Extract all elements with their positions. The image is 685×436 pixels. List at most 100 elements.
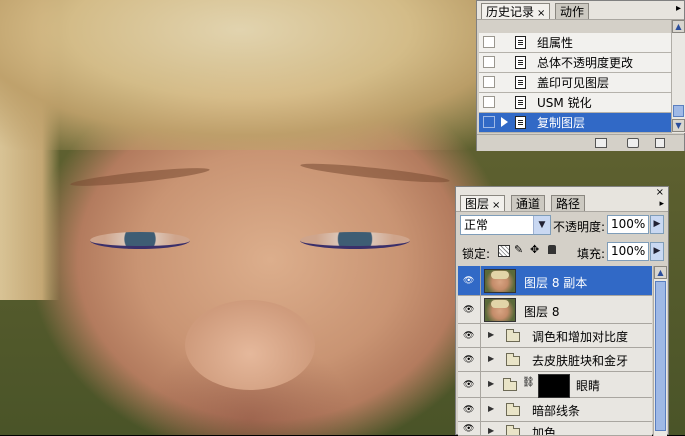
eyebrow-right: [299, 160, 451, 186]
trash-icon[interactable]: [655, 138, 665, 148]
expand-triangle-icon[interactable]: ▶: [488, 379, 494, 388]
link-icon[interactable]: ⛓: [522, 377, 535, 388]
layer-label: 眼睛: [576, 379, 601, 393]
history-item[interactable]: 总体不透明度更改: [479, 53, 675, 73]
layer-visibility-toggle[interactable]: 👁: [458, 422, 481, 435]
scroll-thumb[interactable]: [673, 105, 684, 117]
history-state-icon: [515, 96, 526, 109]
eye-icon: 👁: [463, 404, 475, 415]
history-state-icon: [515, 116, 526, 129]
tab-channels-label: 通道: [516, 197, 541, 211]
opacity-label: 不透明度:: [553, 220, 606, 234]
eye-left: [90, 232, 190, 249]
layer-group-row[interactable]: 👁 ▶ 加色: [458, 422, 652, 436]
tab-actions-label: 动作: [560, 5, 585, 19]
panel-menu-icon[interactable]: ▸: [676, 3, 681, 14]
history-scrollbar[interactable]: ▲ ▼: [671, 20, 685, 133]
layer-visibility-toggle[interactable]: 👁: [458, 296, 481, 323]
tab-paths[interactable]: 路径: [551, 195, 586, 211]
lock-transparency-icon[interactable]: [498, 245, 510, 257]
scroll-thumb[interactable]: [655, 281, 666, 431]
tab-actions[interactable]: 动作: [555, 3, 590, 19]
new-document-icon[interactable]: [595, 138, 607, 148]
history-snapshot-checkbox[interactable]: [483, 36, 495, 48]
close-icon[interactable]: ×: [492, 200, 500, 211]
chevron-down-icon[interactable]: ▼: [533, 216, 550, 234]
panel-menu-icon[interactable]: ▸: [659, 199, 664, 209]
tab-paths-label: 路径: [556, 197, 581, 211]
layer-row[interactable]: 👁 图层 8 副本: [458, 266, 652, 296]
opacity-input[interactable]: 100%: [607, 215, 649, 234]
folder-icon: [506, 403, 520, 416]
layer-label: 去皮肤脏块和金牙: [532, 354, 629, 368]
scroll-up-icon[interactable]: ▲: [654, 266, 667, 279]
lock-pixels-icon[interactable]: ✎: [514, 243, 523, 256]
folder-icon: [506, 353, 520, 366]
layers-scrollbar[interactable]: ▲: [653, 266, 667, 436]
close-icon[interactable]: ×: [537, 8, 545, 19]
history-state-icon: [515, 36, 526, 49]
layer-group-row[interactable]: 👁 ▶ 调色和增加对比度: [458, 324, 652, 348]
tab-history[interactable]: 历史记录 ×: [481, 3, 551, 19]
expand-triangle-icon[interactable]: ▶: [488, 330, 494, 339]
folder-icon: [506, 329, 520, 342]
layers-panel-tabbar: 图层 × 通道 路径 × ▸: [456, 187, 668, 212]
history-snapshot-checkbox[interactable]: [483, 76, 495, 88]
eye-right: [300, 232, 410, 249]
layer-visibility-toggle[interactable]: 👁: [458, 266, 481, 295]
history-item-label: 复制图层: [537, 116, 586, 130]
lock-position-icon[interactable]: ✥: [530, 243, 539, 256]
layer-visibility-toggle[interactable]: 👁: [458, 348, 481, 371]
tab-history-label: 历史记录: [486, 5, 535, 19]
layer-visibility-toggle[interactable]: 👁: [458, 398, 481, 421]
fill-label: 填充:: [577, 247, 606, 261]
tab-layers[interactable]: 图层 ×: [460, 195, 506, 211]
scroll-up-icon[interactable]: ▲: [672, 20, 685, 33]
folder-icon: [503, 378, 517, 391]
layer-label: 图层 8 副本: [524, 276, 588, 290]
history-item-selected[interactable]: 复制图层: [479, 113, 675, 133]
nose: [185, 300, 315, 390]
fill-input[interactable]: 100%: [607, 242, 649, 261]
eyebrow-left: [69, 164, 211, 190]
expand-triangle-icon[interactable]: ▶: [488, 426, 494, 435]
eye-icon: 👁: [463, 304, 475, 315]
history-snapshot-checkbox[interactable]: [483, 116, 495, 128]
lock-all-icon[interactable]: [548, 245, 556, 254]
history-item-label: 总体不透明度更改: [537, 56, 634, 70]
fill-arrow-icon[interactable]: ▶: [650, 242, 664, 261]
history-snapshot-checkbox[interactable]: [483, 56, 495, 68]
layer-label: 暗部线条: [532, 404, 581, 418]
opacity-arrow-icon[interactable]: ▶: [650, 215, 664, 234]
history-state-icon: [515, 56, 526, 69]
history-item-label: 组属性: [537, 36, 574, 50]
layer-group-row[interactable]: 👁 ▶ 暗部线条: [458, 398, 652, 422]
history-brush-arrow-icon: [501, 117, 508, 127]
blend-mode-value: 正常: [464, 218, 489, 232]
lock-label: 锁定:: [462, 247, 491, 261]
expand-triangle-icon[interactable]: ▶: [488, 354, 494, 363]
history-item[interactable]: USM 锐化: [479, 93, 675, 113]
history-item-label: 盖印可见图层: [537, 76, 610, 90]
fill-value: 100%: [611, 244, 646, 258]
scroll-down-icon[interactable]: ▼: [672, 119, 685, 132]
history-snapshot-checkbox[interactable]: [483, 96, 495, 108]
layer-visibility-toggle[interactable]: 👁: [458, 372, 481, 397]
layer-group-row[interactable]: 👁 ▶ 去皮肤脏块和金牙: [458, 348, 652, 372]
layer-visibility-toggle[interactable]: 👁: [458, 324, 481, 347]
layer-thumbnail: [484, 298, 516, 322]
history-item-label: USM 锐化: [537, 96, 592, 110]
history-item[interactable]: 盖印可见图层: [479, 73, 675, 93]
eye-icon: 👁: [463, 275, 475, 286]
tab-channels[interactable]: 通道: [511, 195, 546, 211]
history-panel: 历史记录 × 动作 ▸ 组属性 总体不透明度更改 盖印可见图层 USM 锐化 复制…: [476, 0, 685, 151]
history-item[interactable]: 组属性: [479, 33, 675, 53]
expand-triangle-icon[interactable]: ▶: [488, 404, 494, 413]
layer-row[interactable]: 👁 图层 8: [458, 296, 652, 324]
eye-icon: 👁: [463, 424, 475, 434]
layer-group-row[interactable]: 👁 ▶ ⛓ 眼睛: [458, 372, 652, 398]
close-panel-icon[interactable]: ×: [656, 187, 664, 198]
camera-icon[interactable]: [627, 138, 639, 148]
blend-mode-select[interactable]: 正常 ▼: [460, 215, 551, 235]
layer-thumbnail: [484, 269, 516, 293]
